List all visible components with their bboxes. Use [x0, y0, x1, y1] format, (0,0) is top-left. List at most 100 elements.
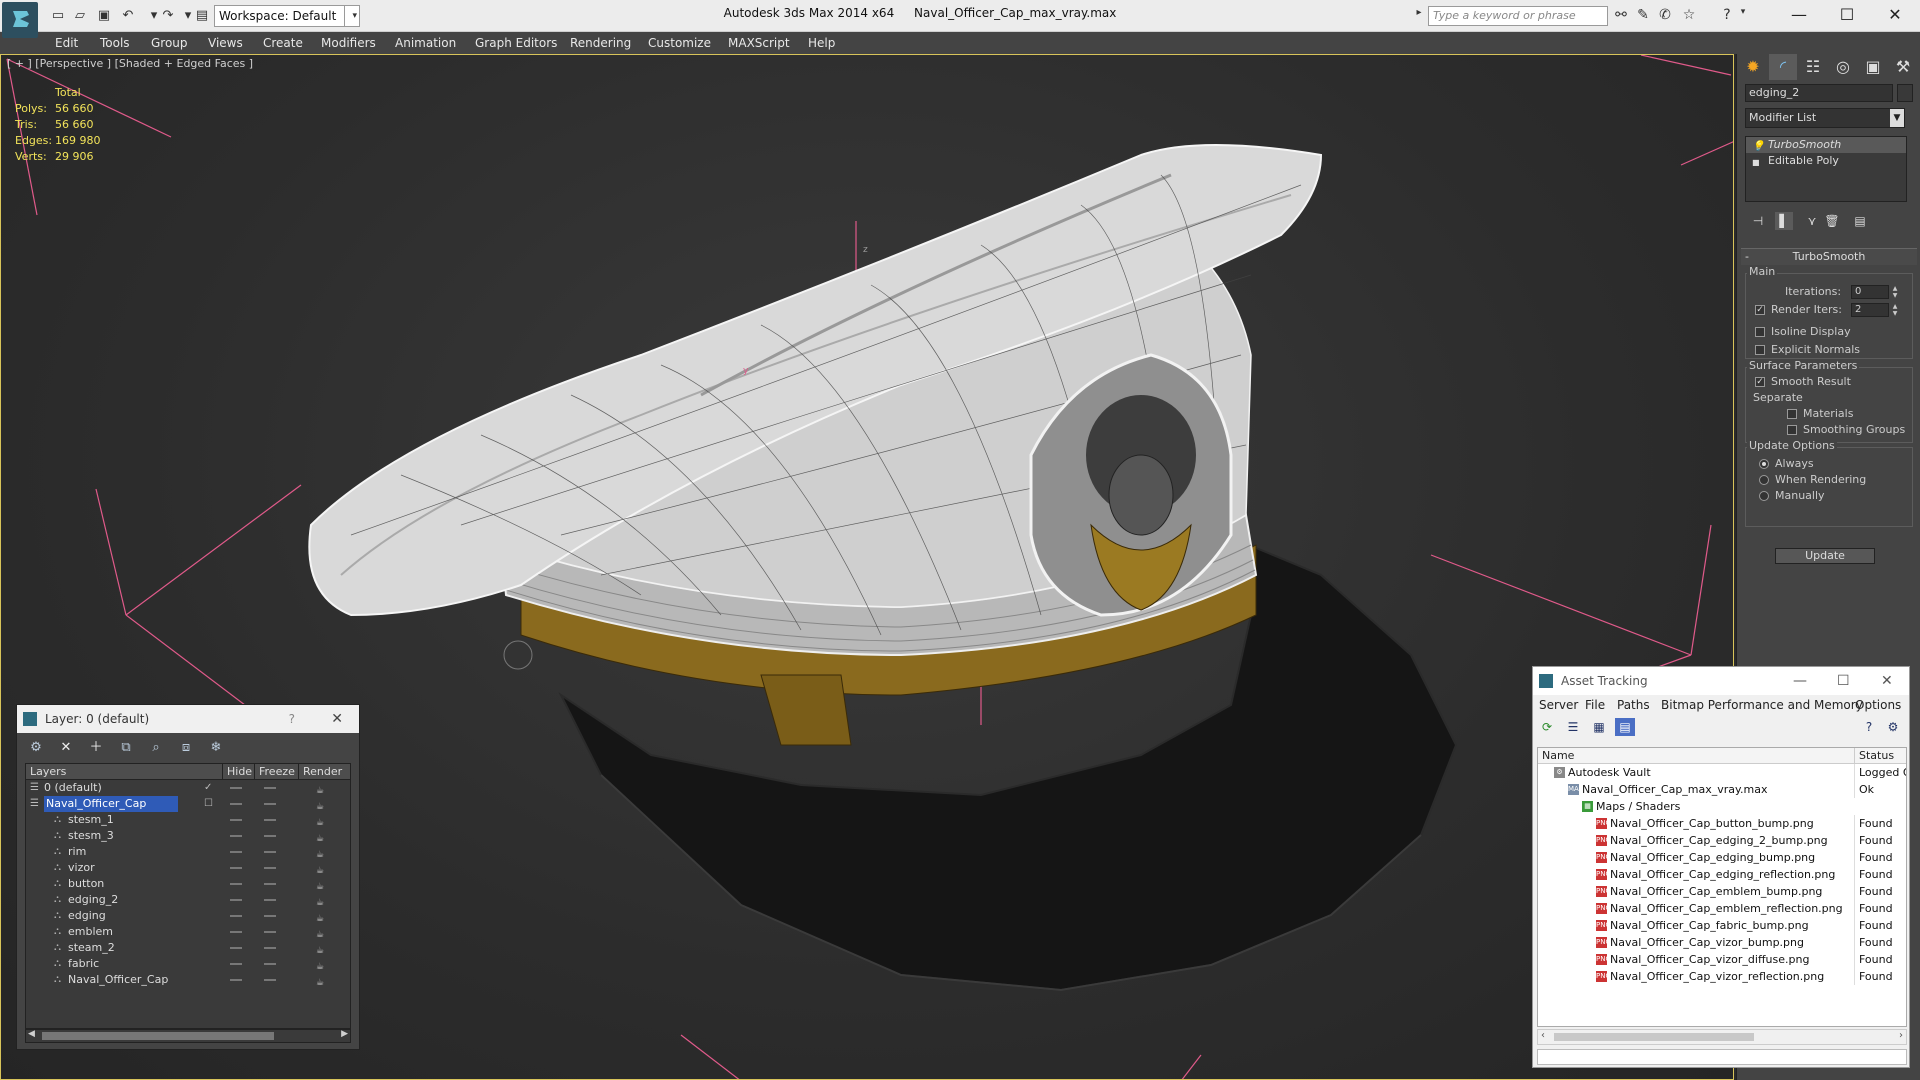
asset-row[interactable]: PNG Naval_Officer_Cap_vizor_bump.png Found — [1538, 934, 1906, 951]
layer-row[interactable]: ⛬ edging ☕ — [26, 908, 350, 924]
col-name[interactable]: Name — [1542, 748, 1574, 764]
freeze-toggle[interactable] — [264, 851, 276, 853]
workspace-dropdown-button[interactable] — [344, 5, 358, 27]
menu-graph-editors[interactable]: Graph Editors — [475, 36, 557, 50]
layer-name[interactable]: edging — [68, 908, 106, 924]
app-menu-button[interactable] — [2, 2, 38, 38]
layer-row[interactable]: ⛬ vizor ☕ — [26, 860, 350, 876]
remove-modifier-icon[interactable]: 🗑 — [1823, 212, 1841, 230]
col-render[interactable]: Render — [298, 764, 342, 780]
asset-row[interactable]: PNG Naval_Officer_Cap_vizor_diffuse.png Fo… — [1538, 951, 1906, 968]
make-unique-icon[interactable]: ⋎ — [1803, 212, 1821, 230]
menu-rendering[interactable]: Rendering — [570, 36, 631, 50]
scroll-right-icon[interactable]: ▶ — [341, 1029, 348, 1039]
menu-customize[interactable]: Customize — [648, 36, 711, 50]
communication-icon[interactable]: ✆ — [1656, 7, 1674, 23]
hide-toggle[interactable] — [230, 947, 242, 949]
scrollbar-thumb[interactable] — [1554, 1033, 1754, 1041]
menu-maxscript[interactable]: MAXScript — [728, 36, 790, 50]
asset-row[interactable]: ⚙ Autodesk Vault Logged O — [1538, 764, 1906, 781]
asset-row[interactable]: PNG Naval_Officer_Cap_edging_2_bump.png Fo… — [1538, 832, 1906, 849]
asset-menu-file[interactable]: File — [1585, 695, 1605, 715]
motion-tab-icon[interactable]: ◎ — [1829, 54, 1857, 80]
layer-name[interactable]: emblem — [68, 924, 113, 940]
asset-menu-server[interactable]: Server — [1539, 695, 1578, 715]
help-button[interactable]: ? — [289, 705, 295, 733]
help-icon[interactable]: ? — [1859, 718, 1879, 736]
highlight-layer-icon[interactable]: ⌕ — [147, 739, 165, 757]
close-icon[interactable]: ✕ — [331, 705, 343, 733]
search-input[interactable]: Type a keyword or phrase — [1428, 6, 1608, 26]
asset-menu-bitmap-performance[interactable]: Bitmap Performance and Memory — [1661, 695, 1863, 715]
hierarchy-tab-icon[interactable]: ☷ — [1799, 54, 1827, 80]
spinner-arrows-icon[interactable]: ▲ ▼ — [1891, 303, 1899, 317]
layer-row[interactable]: ⛬ Naval_Officer_Cap ☕ — [26, 972, 350, 988]
object-name-field[interactable]: edging_2 — [1745, 84, 1893, 102]
always-radio[interactable] — [1759, 459, 1769, 469]
layer-row[interactable]: ⛬ stesm_1 ☕ — [26, 812, 350, 828]
layer-row[interactable]: ⛬ emblem ☕ — [26, 924, 350, 940]
asset-row[interactable]: PNG Naval_Officer_Cap_edging_bump.png Foun… — [1538, 849, 1906, 866]
hide-toggle[interactable] — [230, 883, 242, 885]
binoculars-icon[interactable]: ⚯ — [1612, 7, 1630, 23]
show-end-result-icon[interactable]: ▌ — [1775, 212, 1793, 230]
col-status[interactable]: Status — [1854, 748, 1894, 764]
menu-edit[interactable]: Edit — [55, 36, 78, 50]
layer-name[interactable]: fabric — [68, 956, 99, 972]
new-file-icon[interactable]: ▭ — [50, 8, 66, 24]
spinner-arrows-icon[interactable]: ▲ ▼ — [1891, 285, 1899, 299]
layer-horizontal-scrollbar[interactable]: ◀ ▶ — [25, 1029, 351, 1043]
freeze-toggle[interactable] — [264, 915, 276, 917]
smoothing-groups-checkbox[interactable] — [1787, 425, 1797, 435]
hide-toggle[interactable] — [230, 899, 242, 901]
menu-modifiers[interactable]: Modifiers — [321, 36, 376, 50]
freeze-toggle[interactable] — [264, 979, 276, 981]
thumbnail-view-icon[interactable]: ▦ — [1589, 718, 1609, 736]
freeze-toggle[interactable] — [264, 819, 276, 821]
asset-row[interactable]: MAX Naval_Officer_Cap_max_vray.max Ok — [1538, 781, 1906, 798]
freeze-toggle[interactable] — [264, 947, 276, 949]
layer-row[interactable]: ⛬ rim ☕ — [26, 844, 350, 860]
workspace-select[interactable]: Workspace: Default ▾ — [214, 5, 360, 27]
menu-tools[interactable]: Tools — [100, 36, 130, 50]
col-layers[interactable]: Layers — [30, 764, 66, 780]
hide-toggle[interactable] — [230, 931, 242, 933]
undo-icon[interactable]: ↶ — [120, 8, 136, 24]
when-rendering-radio[interactable] — [1759, 475, 1769, 485]
help-context-icon[interactable]: ⚙ — [1883, 718, 1903, 736]
stack-item-turbosmooth[interactable]: 💡 TurboSmooth — [1746, 137, 1906, 153]
hide-toggle[interactable] — [230, 835, 242, 837]
col-hide[interactable]: Hide — [222, 764, 252, 780]
freeze-toggle[interactable] — [264, 963, 276, 965]
project-folder-icon[interactable]: ▤ — [194, 8, 210, 24]
update-button[interactable]: Update — [1775, 548, 1875, 564]
list-view-icon[interactable]: ☰ — [1563, 718, 1583, 736]
make-current-box-icon[interactable]: ☐ — [204, 796, 213, 812]
menu-help[interactable]: Help — [808, 36, 835, 50]
search-expand-icon[interactable]: ▸ — [1410, 7, 1428, 18]
asset-horizontal-scrollbar[interactable]: ‹ › — [1537, 1029, 1907, 1045]
asset-dialog-titlebar[interactable]: Asset Tracking — ☐ ✕ — [1533, 667, 1909, 695]
menu-views[interactable]: Views — [208, 36, 243, 50]
layer-settings-icon[interactable]: ⚙ — [27, 739, 45, 757]
render-iters-spinner[interactable]: 2 — [1851, 303, 1889, 317]
maximize-icon[interactable]: ☐ — [1837, 667, 1850, 695]
asset-row[interactable]: PNG Naval_Officer_Cap_button_bump.png Foun… — [1538, 815, 1906, 832]
configure-sets-icon[interactable]: ▤ — [1851, 212, 1869, 230]
scrollbar-thumb[interactable] — [42, 1032, 274, 1040]
layer-name[interactable]: Naval_Officer_Cap — [44, 796, 178, 812]
layer-name[interactable]: stesm_3 — [68, 828, 114, 844]
hide-toggle[interactable] — [230, 851, 242, 853]
freeze-toggle[interactable] — [264, 787, 276, 789]
layer-row[interactable]: ☰ 0 (default) ✓ ☕ — [26, 780, 350, 796]
freeze-toggle[interactable] — [264, 867, 276, 869]
maximize-button[interactable]: ☐ — [1824, 2, 1870, 30]
freeze-toggle[interactable] — [264, 883, 276, 885]
menu-animation[interactable]: Animation — [395, 36, 456, 50]
close-button[interactable]: ✕ — [1872, 2, 1918, 30]
utilities-tab-icon[interactable]: ⚒ — [1889, 54, 1917, 80]
modifier-list-dropdown[interactable]: Modifier List ▼ — [1745, 108, 1905, 128]
redo-icon[interactable]: ↷ — [160, 8, 176, 24]
layer-name[interactable]: rim — [68, 844, 86, 860]
asset-row[interactable]: PNG Naval_Officer_Cap_emblem_reflection.p… — [1538, 900, 1906, 917]
